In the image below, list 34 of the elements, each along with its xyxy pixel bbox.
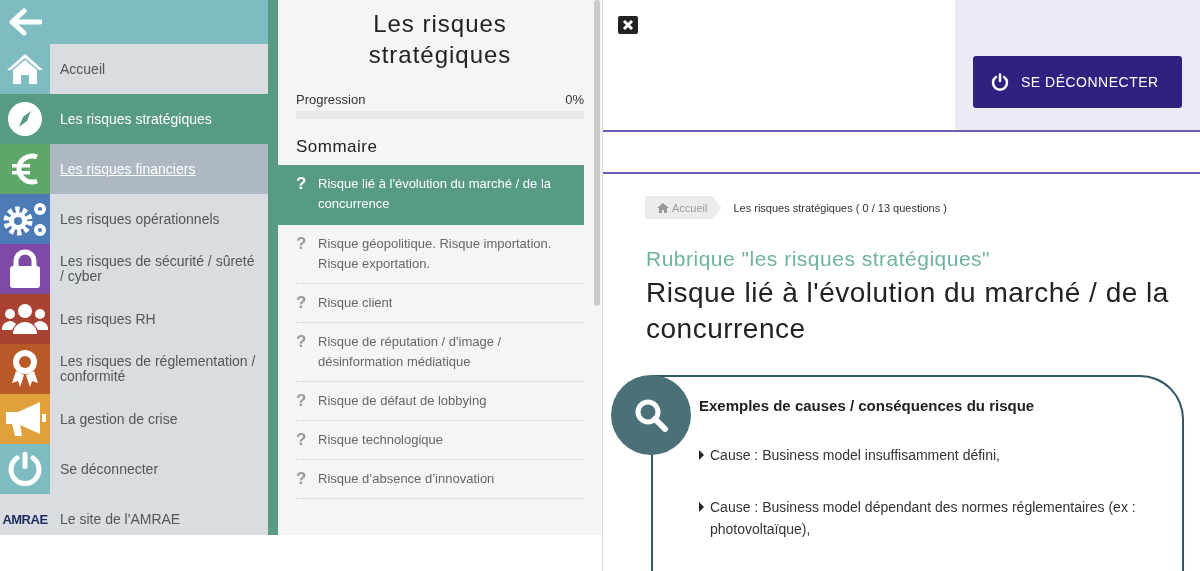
bullet-icon <box>699 450 704 460</box>
logo: AMRAE <box>2 511 48 527</box>
home-icon <box>657 202 669 213</box>
search-icon <box>633 397 669 433</box>
power-icon <box>991 73 1009 91</box>
home-icon <box>5 52 45 86</box>
power-icon <box>6 450 44 488</box>
compass-icon <box>7 101 43 137</box>
euro-icon <box>10 151 40 187</box>
close-icon[interactable] <box>618 16 638 34</box>
breadcrumb-current: Les risques stratégiques ( 0 / 13 questions ) <box>733 201 947 214</box>
rosette-icon <box>10 349 40 389</box>
question-title: Risque lié à l'évolution du marché / de la concurrence <box>646 276 1170 346</box>
logout-button[interactable]: SE DÉCONNECTER <box>973 56 1182 108</box>
summary-item[interactable]: ? Risque géopolitique. Risque importation. Risque exportation. <box>296 225 584 284</box>
menu-item[interactable]: Les risques stratégiques <box>0 94 268 144</box>
summary-item[interactable]: ? Risque lié à l'évolution du marché / de la concurrence <box>278 165 584 225</box>
progress-label: Progression <box>296 92 366 107</box>
summary-item[interactable]: ? Risque technologique <box>296 421 584 460</box>
panel-title: Les risques stratégiques <box>367 9 513 70</box>
bullet-icon <box>699 502 704 512</box>
rubric-label: Rubrique "les risques stratégiques" <box>646 247 992 271</box>
summary-item[interactable]: ? Risque de réputation / d'image / désinformation médiatique <box>296 323 584 382</box>
megaphone-icon <box>4 400 46 438</box>
bullet-text: Cause : Business model dépendant des normes réglementaires (ex : photovoltaïque), <box>710 498 1137 539</box>
summary-item[interactable]: ? Risque de défaut de lobbying <box>296 382 584 421</box>
people-icon <box>2 302 48 336</box>
bullet-text: Cause : Business model insuffisamment défini, <box>710 446 1000 465</box>
summary-item[interactable]: ? Risque d’absence d’innovation <box>296 460 584 499</box>
section-title: Sommaire <box>296 137 379 157</box>
card-heading: Exemples de causes / conséquences du risque <box>699 397 1036 414</box>
summary-item[interactable]: ? Risque client <box>296 284 584 323</box>
progress-value: 0% <box>565 92 584 107</box>
lock-icon <box>8 249 42 289</box>
